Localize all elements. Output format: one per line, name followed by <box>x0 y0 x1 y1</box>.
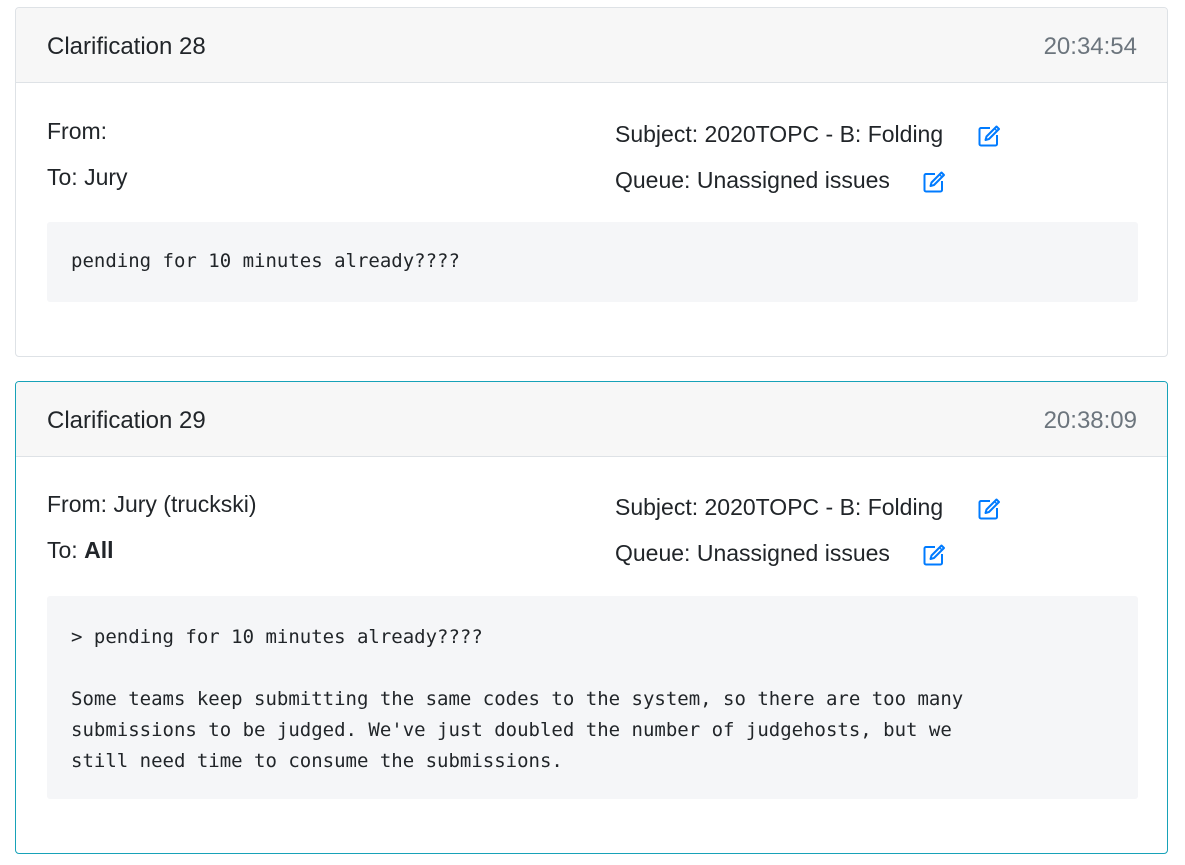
clarification-card: Clarification 29 20:38:09 From: Jury (tr… <box>15 381 1168 854</box>
to-value: All <box>84 537 114 563</box>
clarification-header: Clarification 28 20:34:54 <box>16 8 1167 83</box>
queue-label: Queue: <box>615 167 691 193</box>
subject-value: 2020TOPC - B: Folding <box>704 121 944 147</box>
to-line: To: Jury <box>47 163 128 191</box>
subject-line: Subject: 2020TOPC - B: Folding <box>615 493 943 521</box>
to-label: To: <box>47 164 78 190</box>
message-body: pending for 10 minutes already???? <box>47 222 1138 302</box>
clarification-time: 20:38:09 <box>1043 407 1137 434</box>
to-label: To: <box>47 537 78 563</box>
clarification-header: Clarification 29 20:38:09 <box>16 382 1167 457</box>
from-line: From: Jury (truckski) <box>47 490 257 518</box>
from-label: From: <box>47 491 108 517</box>
subject-line: Subject: 2020TOPC - B: Folding <box>615 120 943 148</box>
queue-line: Queue: Unassigned issues <box>615 539 890 567</box>
clarification-title: Clarification 28 <box>47 33 206 60</box>
queue-value: Unassigned issues <box>696 167 890 193</box>
subject-label: Subject: <box>615 121 699 147</box>
from-label: From: <box>47 118 108 144</box>
edit-icon[interactable] <box>977 124 1001 148</box>
clarification-time: 20:34:54 <box>1043 33 1137 60</box>
from-value: Jury (truckski) <box>113 491 257 517</box>
edit-icon[interactable] <box>977 497 1001 521</box>
subject-label: Subject: <box>615 494 699 520</box>
from-line: From: <box>47 117 107 145</box>
queue-value: Unassigned issues <box>696 540 890 566</box>
queue-label: Queue: <box>615 540 691 566</box>
edit-icon[interactable] <box>922 543 946 567</box>
message-body: > pending for 10 minutes already???? Som… <box>47 596 1138 799</box>
clarification-title: Clarification 29 <box>47 407 206 434</box>
queue-line: Queue: Unassigned issues <box>615 166 890 194</box>
clarification-card: Clarification 28 20:34:54 From: To: Jury… <box>15 7 1168 357</box>
subject-value: 2020TOPC - B: Folding <box>704 494 944 520</box>
edit-icon[interactable] <box>922 170 946 194</box>
to-line: To: All <box>47 536 113 564</box>
to-value: Jury <box>84 164 128 190</box>
